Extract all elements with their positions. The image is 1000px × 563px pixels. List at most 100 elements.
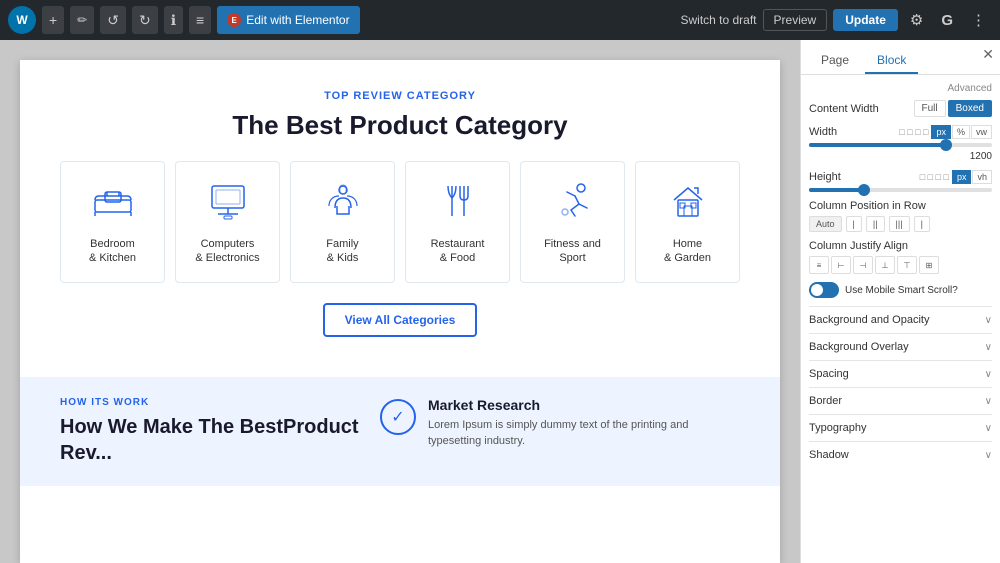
computers-label: Computers& Electronics xyxy=(195,237,259,266)
width-slider[interactable] xyxy=(809,143,992,147)
accordion-bg-overlay-label: Background Overlay xyxy=(809,341,909,353)
justify-auto[interactable]: ≡ xyxy=(809,256,829,274)
height-label: Height xyxy=(809,171,841,183)
height-px-tab[interactable]: px xyxy=(952,170,972,184)
restaurant-label: Restaurant& Food xyxy=(431,237,485,266)
accordion-typography-chevron: ∨ xyxy=(985,423,992,434)
height-vh-tab[interactable]: vh xyxy=(972,170,992,184)
update-button[interactable]: Update xyxy=(833,9,898,31)
restaurant-icon xyxy=(436,178,480,227)
height-unit-tabs: px vh xyxy=(952,170,992,184)
right-content: ✓ Market Research Lorem Ipsum is simply … xyxy=(380,397,740,466)
width-value: 1200 xyxy=(970,151,992,162)
category-card-bedroom[interactable]: Bedroom& Kitchen xyxy=(60,161,165,283)
hamburger-button[interactable]: ≡ xyxy=(189,6,211,34)
category-card-home[interactable]: Home& Garden xyxy=(635,161,740,283)
home-icon xyxy=(666,178,710,227)
categories-grid: Bedroom& Kitchen Computers& Electronics xyxy=(60,161,740,283)
top-bar: W + ✏ ↺ ↻ ℹ ≡ E Edit with Elementor Swit… xyxy=(0,0,1000,40)
tab-block[interactable]: Block xyxy=(865,48,918,74)
grammarly-icon-button[interactable]: G xyxy=(935,8,959,33)
category-card-fitness[interactable]: Fitness andSport xyxy=(520,161,625,283)
category-card-restaurant[interactable]: Restaurant& Food xyxy=(405,161,510,283)
edit-with-elementor-button[interactable]: E Edit with Elementor xyxy=(217,6,359,34)
justify-left[interactable]: ⊢ xyxy=(831,256,851,274)
canvas-inner: TOP REVIEW CATEGORY The Best Product Cat… xyxy=(20,60,780,563)
width-label: Width xyxy=(809,126,837,138)
accordion-typography[interactable]: Typography ∨ xyxy=(809,414,992,441)
justify-center[interactable]: ⊣ xyxy=(853,256,873,274)
accordion-border-chevron: ∨ xyxy=(985,396,992,407)
position-options: Auto | || ||| | xyxy=(809,216,992,232)
width-percent-tab[interactable]: % xyxy=(952,125,970,139)
advanced-label: Advanced xyxy=(809,83,992,94)
column-justify-row: Column Justify Align ≡ ⊢ ⊣ ⊥ ⊤ ⊞ xyxy=(809,240,992,274)
info-button[interactable]: ℹ xyxy=(164,6,183,34)
accordion-spacing[interactable]: Spacing ∨ xyxy=(809,360,992,387)
view-all-categories-button[interactable]: View All Categories xyxy=(323,303,478,337)
left-content: HOW ITS WORK How We Make The BestProduct… xyxy=(60,397,360,466)
height-slider-fill xyxy=(809,188,864,192)
width-control: Width □ □ □ □ px % vw 1200 xyxy=(809,125,992,162)
redo-button[interactable]: ↻ xyxy=(132,6,158,34)
justify-right[interactable]: ⊥ xyxy=(875,256,895,274)
close-panel-button[interactable]: ✕ xyxy=(982,46,994,63)
width-slider-thumb[interactable] xyxy=(940,139,952,151)
accordion-border[interactable]: Border ∨ xyxy=(809,387,992,414)
market-research-block: Market Research Lorem Ipsum is simply du… xyxy=(428,397,740,450)
add-block-button[interactable]: + xyxy=(42,6,64,34)
main-layout: TOP REVIEW CATEGORY The Best Product Cat… xyxy=(0,40,1000,563)
canvas-area: TOP REVIEW CATEGORY The Best Product Cat… xyxy=(0,40,800,563)
accordion-shadow[interactable]: Shadow ∨ xyxy=(809,441,992,468)
wp-logo-icon[interactable]: W xyxy=(8,6,36,34)
category-card-family[interactable]: Family& Kids xyxy=(290,161,395,283)
page-content: TOP REVIEW CATEGORY The Best Product Cat… xyxy=(20,60,780,367)
top-review-label: TOP REVIEW CATEGORY xyxy=(60,90,740,102)
width-vw-tab[interactable]: vw xyxy=(971,125,992,139)
width-px-tab[interactable]: px xyxy=(931,125,951,139)
boxed-width-option[interactable]: Boxed xyxy=(948,100,992,117)
accordion-border-label: Border xyxy=(809,395,842,407)
preview-button[interactable]: Preview xyxy=(763,9,828,31)
accordion-background-overlay[interactable]: Background Overlay ∨ xyxy=(809,333,992,360)
mobile-scroll-toggle[interactable] xyxy=(809,282,839,298)
justify-space[interactable]: ⊤ xyxy=(897,256,917,274)
fitness-label: Fitness andSport xyxy=(544,237,601,266)
how-its-work-label: HOW ITS WORK xyxy=(60,397,360,408)
position-2[interactable]: || xyxy=(866,216,885,232)
pencil-button[interactable]: ✏ xyxy=(70,6,94,34)
accordion-bg-overlay-chevron: ∨ xyxy=(985,342,992,353)
column-position-row: Column Position in Row Auto | || ||| | xyxy=(809,200,992,232)
position-auto[interactable]: Auto xyxy=(809,216,842,232)
height-slider-thumb[interactable] xyxy=(858,184,870,196)
right-panel: Page Block ✕ Advanced Content Width Full… xyxy=(800,40,1000,563)
justify-stretch[interactable]: ⊞ xyxy=(919,256,939,274)
bedroom-label: Bedroom& Kitchen xyxy=(89,237,136,266)
position-3[interactable]: ||| xyxy=(889,216,910,232)
position-1[interactable]: | xyxy=(846,216,862,232)
how-its-work-section: HOW ITS WORK How We Make The BestProduct… xyxy=(20,377,780,486)
family-label: Family& Kids xyxy=(326,237,358,266)
mobile-scroll-label: Use Mobile Smart Scroll? xyxy=(845,285,958,296)
category-card-computers[interactable]: Computers& Electronics xyxy=(175,161,280,283)
accordion-background-chevron: ∨ xyxy=(985,315,992,326)
position-4[interactable]: | xyxy=(914,216,930,232)
height-slider[interactable] xyxy=(809,188,992,192)
full-width-option[interactable]: Full xyxy=(914,100,946,117)
computers-icon xyxy=(206,178,250,227)
mobile-scroll-toggle-row: Use Mobile Smart Scroll? xyxy=(809,282,992,298)
tab-page[interactable]: Page xyxy=(809,48,861,74)
switch-to-draft-button[interactable]: Switch to draft xyxy=(680,13,756,27)
market-research-title: Market Research xyxy=(428,397,740,413)
content-width-options: Full Boxed xyxy=(914,100,992,117)
accordion-typography-label: Typography xyxy=(809,422,866,434)
panel-tabs: Page Block ✕ xyxy=(801,40,1000,75)
accordion-background[interactable]: Background and Opacity ∨ xyxy=(809,306,992,333)
undo-button[interactable]: ↺ xyxy=(100,6,126,34)
settings-icon-button[interactable]: ⚙ xyxy=(904,7,929,33)
check-circle-icon: ✓ xyxy=(380,399,416,435)
toggle-knob xyxy=(811,284,823,296)
market-research-text: Lorem Ipsum is simply dummy text of the … xyxy=(428,417,740,450)
column-justify-label: Column Justify Align xyxy=(809,240,992,252)
more-options-button[interactable]: ⋮ xyxy=(965,7,992,33)
